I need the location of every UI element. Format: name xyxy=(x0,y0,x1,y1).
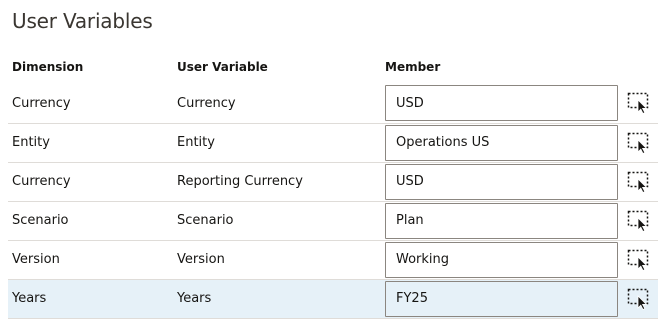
column-header-dimension: Dimension xyxy=(12,60,84,74)
member-input[interactable] xyxy=(385,124,618,161)
user-variable-cell: Version xyxy=(177,252,225,267)
member-cell xyxy=(381,279,620,318)
selector-cell xyxy=(620,201,658,240)
user-variable-cell: Currency xyxy=(177,95,236,111)
selector-cell xyxy=(620,240,658,279)
table-row[interactable]: Scenario Scenario xyxy=(8,201,658,240)
member-input[interactable] xyxy=(385,241,618,278)
dimension-cell: Currency xyxy=(12,174,71,189)
selector-cell xyxy=(620,84,658,123)
member-selector-icon[interactable] xyxy=(627,249,651,271)
table-header-row: Dimension User Variable Member xyxy=(8,50,658,84)
member-selector-icon[interactable] xyxy=(627,171,651,193)
member-cell xyxy=(381,123,620,162)
dimension-cell: Version xyxy=(12,252,60,267)
table-body: Currency Currency Entity Entity xyxy=(8,84,658,318)
member-cell xyxy=(381,84,620,123)
member-selector-icon[interactable] xyxy=(627,210,651,232)
member-selector-icon[interactable] xyxy=(627,132,651,154)
table-row[interactable]: Version Version xyxy=(8,240,658,279)
selector-cell xyxy=(620,279,658,318)
dimension-cell: Scenario xyxy=(12,213,69,228)
table-row[interactable]: Entity Entity xyxy=(8,123,658,162)
member-selector-icon[interactable] xyxy=(627,92,651,115)
member-input[interactable] xyxy=(385,202,618,239)
column-header-selector xyxy=(620,50,658,84)
user-variable-cell: Entity xyxy=(177,135,215,150)
table-row[interactable]: Currency Reporting Currency xyxy=(8,162,658,201)
selector-cell xyxy=(620,162,658,201)
dimension-cell: Currency xyxy=(12,95,71,111)
user-variable-cell: Years xyxy=(177,291,212,306)
table-row[interactable]: Years Years xyxy=(8,279,658,318)
column-header-member: Member xyxy=(385,60,441,74)
user-variables-panel: User Variables Dimension User Variable M… xyxy=(0,0,670,332)
column-header-user-variable: User Variable xyxy=(177,60,268,74)
page-title: User Variables xyxy=(12,9,153,33)
table-row[interactable]: Currency Currency xyxy=(8,84,658,123)
member-cell xyxy=(381,201,620,240)
user-variable-cell: Scenario xyxy=(177,213,234,228)
member-selector-icon[interactable] xyxy=(627,288,651,310)
dimension-cell: Years xyxy=(12,291,47,306)
user-variable-cell: Reporting Currency xyxy=(177,174,303,189)
member-input[interactable] xyxy=(385,280,618,317)
dimension-cell: Entity xyxy=(12,135,50,150)
user-variables-table: Dimension User Variable Member Currency … xyxy=(8,50,658,319)
member-input[interactable] xyxy=(385,163,618,200)
member-input[interactable] xyxy=(385,85,618,122)
member-cell xyxy=(381,162,620,201)
selector-cell xyxy=(620,123,658,162)
member-cell xyxy=(381,240,620,279)
